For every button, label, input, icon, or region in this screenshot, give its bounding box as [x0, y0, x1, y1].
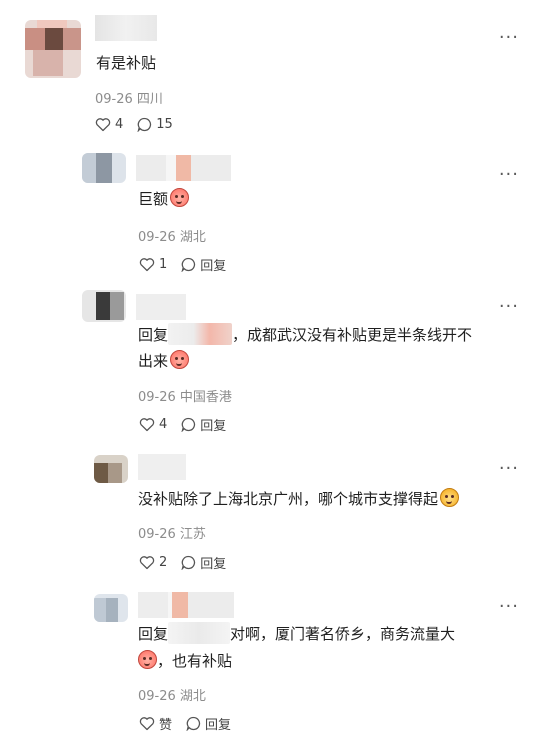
blush-face-emoji: [138, 650, 157, 669]
avatar[interactable]: [25, 20, 81, 78]
more-options-button[interactable]: ···: [499, 298, 519, 316]
comment-text: 有是补贴: [96, 54, 157, 72]
comment-date: 09-26: [95, 92, 133, 107]
username-blurred[interactable]: [138, 592, 236, 618]
username-blurred[interactable]: [136, 155, 236, 181]
username-blurred[interactable]: [95, 15, 157, 41]
comment-date: 09-26: [138, 230, 176, 245]
mention-blurred[interactable]: [168, 323, 233, 345]
comment-location: 湖北: [179, 689, 206, 704]
comment-bubble-icon: [181, 257, 196, 272]
comment-actions: 4 回复: [139, 415, 226, 434]
like-count: 4: [159, 417, 168, 432]
more-options-button[interactable]: ···: [499, 166, 519, 184]
comment-actions: 赞 回复: [139, 714, 231, 733]
comment-bubble-icon: [181, 555, 196, 570]
comment-text-line2: ，也有补贴: [138, 648, 232, 674]
comment-meta: 09-26 江苏: [138, 523, 206, 542]
heart-outline-icon: [139, 717, 155, 731]
comment-1: ··· 有是补贴 09-26 四川 4 15: [0, 0, 541, 150]
comment-location: 湖北: [179, 230, 206, 245]
more-options-button[interactable]: ···: [499, 460, 519, 478]
comment-actions: 1 回复: [139, 255, 226, 274]
username-blurred[interactable]: [138, 454, 186, 480]
comment-location: 四川: [136, 92, 163, 107]
comment-date: 09-26: [138, 527, 176, 542]
reply-count-button[interactable]: 15: [137, 117, 173, 132]
reply-label: 回复: [200, 259, 227, 274]
cheer-face-emoji: [440, 488, 460, 507]
comment-date: 09-26: [138, 390, 176, 405]
comment-5: ··· 回复 对啊，厦门著名侨乡，商务流量大 ，也有补贴 09-26 湖北 赞 回…: [0, 588, 541, 744]
like-button[interactable]: 2: [139, 555, 167, 570]
comment-location: 江苏: [179, 527, 206, 542]
comment-bubble-icon: [181, 417, 196, 432]
username-blurred[interactable]: [136, 294, 186, 320]
like-button[interactable]: 赞: [139, 714, 172, 733]
comment-actions: 4 15: [95, 117, 173, 132]
heart-outline-icon: [139, 556, 155, 570]
comment-location: 中国香港: [179, 390, 232, 405]
comment-text-line2: 出来: [138, 348, 190, 374]
avatar[interactable]: [94, 594, 128, 622]
heart-outline-icon: [139, 258, 155, 272]
mention-blurred[interactable]: [168, 622, 231, 644]
reply-button[interactable]: 回复: [181, 553, 226, 572]
more-options-button[interactable]: ···: [499, 598, 519, 616]
reply-label: 回复: [205, 718, 232, 733]
blush-face-emoji: [170, 188, 190, 207]
like-count: 4: [115, 117, 124, 132]
reply-prefix: 回复: [138, 326, 169, 344]
like-button[interactable]: 4: [139, 417, 167, 432]
avatar[interactable]: [82, 153, 126, 183]
avatar[interactable]: [94, 455, 128, 483]
like-count: 1: [159, 257, 168, 272]
comment-bubble-icon: [137, 117, 152, 132]
comment-3: ··· 回复 ，成都武汉没有补贴更是半条线开不 出来 09-26 中国香港 4 回…: [0, 290, 541, 440]
reply-count: 15: [156, 117, 173, 132]
comment-meta: 09-26 中国香港: [138, 386, 232, 405]
comment-2: ··· 巨额 09-26 湖北 1 回复: [0, 150, 541, 290]
blush-face-emoji: [170, 350, 190, 369]
heart-outline-icon: [95, 118, 111, 132]
reply-label: 回复: [200, 557, 227, 572]
reply-prefix: 回复: [138, 625, 169, 643]
comment-meta: 09-26 湖北: [138, 226, 206, 245]
comment-4: ··· 没补贴除了上海北京广州，哪个城市支撑得起 09-26 江苏 2 回复: [0, 448, 541, 588]
comment-text: 回复 ，成都武汉没有补贴更是半条线开不: [138, 322, 472, 348]
like-button[interactable]: 1: [139, 257, 167, 272]
comment-date: 09-26: [138, 689, 176, 704]
reply-label: 回复: [200, 419, 227, 434]
comment-meta: 09-26 四川: [95, 88, 163, 107]
comment-bubble-icon: [186, 716, 201, 731]
avatar[interactable]: [82, 290, 126, 322]
comment-meta: 09-26 湖北: [138, 685, 206, 704]
reply-button[interactable]: 回复: [181, 255, 226, 274]
more-options-button[interactable]: ···: [499, 29, 519, 47]
like-count: 2: [159, 555, 168, 570]
reply-button[interactable]: 回复: [186, 714, 231, 733]
heart-outline-icon: [139, 418, 155, 432]
comment-text: 回复 对啊，厦门著名侨乡，商务流量大: [138, 621, 455, 647]
comment-actions: 2 回复: [139, 553, 226, 572]
reply-button[interactable]: 回复: [181, 415, 226, 434]
like-label: 赞: [159, 718, 173, 733]
comment-text: 没补贴除了上海北京广州，哪个城市支撑得起: [138, 486, 460, 512]
comment-text: 巨额: [138, 186, 190, 212]
like-button[interactable]: 4: [95, 117, 123, 132]
